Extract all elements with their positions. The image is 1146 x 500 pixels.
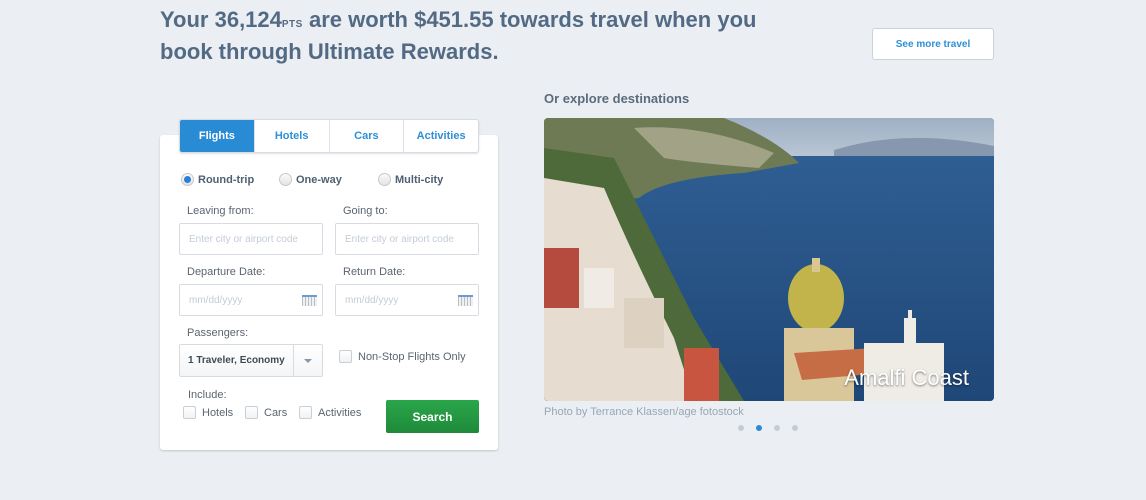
going-to-label: Going to: bbox=[343, 205, 388, 217]
destination-photo[interactable]: Amalfi Coast bbox=[544, 118, 994, 401]
nonstop-checkbox[interactable]: Non-Stop Flights Only bbox=[339, 350, 466, 363]
calendar-icon[interactable] bbox=[302, 295, 317, 306]
return-date-label: Return Date: bbox=[343, 266, 406, 278]
checkbox-icon[interactable] bbox=[183, 406, 196, 419]
carousel-dot-1[interactable] bbox=[738, 425, 744, 431]
radio-unchecked-icon[interactable] bbox=[279, 173, 292, 186]
carousel-pagination bbox=[738, 425, 798, 431]
search-button[interactable]: Search bbox=[386, 400, 479, 433]
points-unit: PTS bbox=[281, 19, 303, 30]
radio-checked-icon[interactable] bbox=[181, 173, 194, 186]
return-date-placeholder: mm/dd/yyyy bbox=[345, 294, 399, 306]
search-tabs: Flights Hotels Cars Activities bbox=[179, 119, 479, 153]
radio-round-trip[interactable]: Round-trip bbox=[181, 173, 254, 186]
radio-label: Multi-city bbox=[395, 173, 444, 186]
departure-date-input[interactable]: mm/dd/yyyy bbox=[179, 284, 323, 316]
include-hotels-label: Hotels bbox=[202, 406, 234, 419]
dropdown-toggle[interactable] bbox=[293, 345, 322, 376]
tab-hotels[interactable]: Hotels bbox=[255, 120, 330, 152]
points-headline: Your 36,124PTS are worth $451.55 towards… bbox=[160, 6, 780, 65]
radio-multi-city[interactable]: Multi-city bbox=[378, 173, 443, 186]
radio-label: One-way bbox=[296, 173, 342, 186]
destination-caption: Amalfi Coast bbox=[844, 365, 969, 390]
radio-one-way[interactable]: One-way bbox=[279, 173, 342, 186]
see-more-travel-button[interactable]: See more travel bbox=[872, 28, 994, 60]
include-activities-label: Activities bbox=[318, 406, 362, 419]
leaving-from-input[interactable]: Enter city or airport code bbox=[179, 223, 323, 255]
include-cars-label: Cars bbox=[264, 406, 288, 419]
calendar-icon[interactable] bbox=[458, 295, 473, 306]
explore-destinations-title: Or explore destinations bbox=[544, 91, 690, 106]
passengers-select[interactable]: 1 Traveler, Economy bbox=[179, 344, 323, 377]
checkbox-icon[interactable] bbox=[339, 350, 352, 363]
going-to-input[interactable]: Enter city or airport code bbox=[335, 223, 479, 255]
carousel-dot-3[interactable] bbox=[774, 425, 780, 431]
departure-date-label: Departure Date: bbox=[187, 266, 266, 278]
return-date-input[interactable]: mm/dd/yyyy bbox=[335, 284, 479, 316]
departure-date-placeholder: mm/dd/yyyy bbox=[189, 294, 243, 306]
chevron-down-icon bbox=[304, 358, 312, 363]
photo-credit: Photo by Terrance Klassen/age fotostock bbox=[544, 406, 744, 418]
include-cars-checkbox[interactable]: Cars bbox=[245, 406, 287, 419]
checkbox-icon[interactable] bbox=[299, 406, 312, 419]
nonstop-label: Non-Stop Flights Only bbox=[358, 350, 466, 363]
tab-cars[interactable]: Cars bbox=[330, 120, 405, 152]
radio-label: Round-trip bbox=[198, 173, 255, 186]
radio-unchecked-icon[interactable] bbox=[378, 173, 391, 186]
amalfi-coast-image bbox=[544, 118, 994, 401]
include-label: Include: bbox=[188, 389, 227, 401]
include-activities-checkbox[interactable]: Activities bbox=[299, 406, 361, 419]
passengers-label: Passengers: bbox=[187, 327, 249, 339]
headline-prefix: Your 36,124 bbox=[160, 7, 282, 32]
tab-flights[interactable]: Flights bbox=[180, 120, 255, 152]
carousel-dot-4[interactable] bbox=[792, 425, 798, 431]
passengers-value: 1 Traveler, Economy bbox=[188, 355, 285, 366]
tab-activities[interactable]: Activities bbox=[404, 120, 478, 152]
include-hotels-checkbox[interactable]: Hotels bbox=[183, 406, 233, 419]
checkbox-icon[interactable] bbox=[245, 406, 258, 419]
carousel-dot-2[interactable] bbox=[756, 425, 762, 431]
leaving-from-label: Leaving from: bbox=[187, 205, 254, 217]
